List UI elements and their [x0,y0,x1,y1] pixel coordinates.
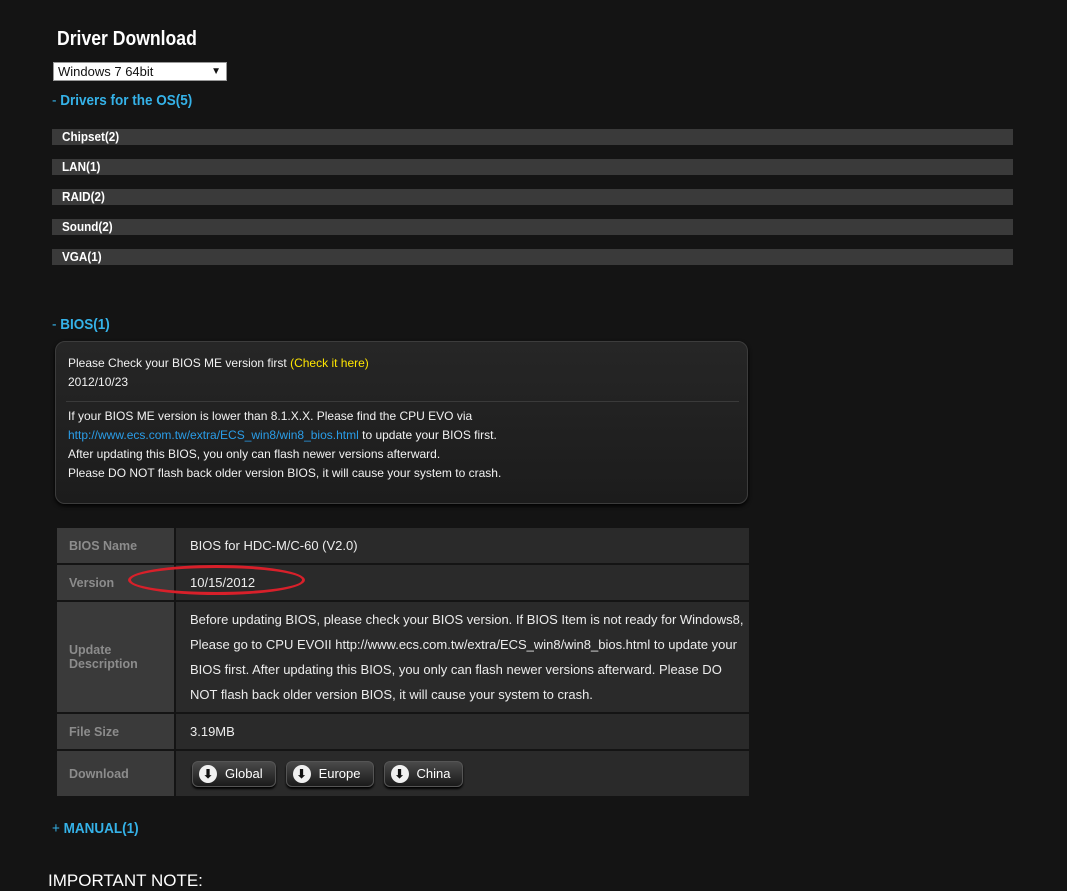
drivers-section-label: Drivers for the OS(5) [60,92,193,109]
table-row: Download ⬇ Global ⬇ Europe ⬇ China [55,749,751,798]
file-size-value: 3.19MB [174,712,751,751]
os-select-value: Windows 7 64bit [58,64,154,79]
bios-section-header[interactable]: - BIOS(1) [52,316,110,333]
notice-date: 2012/10/23 [68,375,129,389]
download-button-label: China [416,766,451,781]
category-bar-vga[interactable]: VGA(1) [52,249,1013,265]
dropdown-arrow-icon: ▼ [211,66,221,77]
win8-bios-link[interactable]: http://www.ecs.com.tw/extra/ECS_win8/win… [68,428,359,442]
check-it-here-link[interactable]: (Check it here) [290,356,369,370]
manual-section-header[interactable]: + MANUAL(1) [52,820,139,837]
download-china-button[interactable]: ⬇ China [383,760,464,787]
category-label: Sound(2) [62,219,113,234]
notice-divider [66,401,739,402]
notice-line-4: Please DO NOT flash back older version B… [68,466,502,480]
update-description-text: Before updating BIOS, please check your … [190,612,744,702]
update-description-label: Update Description [55,600,176,714]
download-arrow-icon: ⬇ [390,764,409,783]
table-row: File Size 3.19MB [55,712,751,751]
download-buttons: ⬇ Global ⬇ Europe ⬇ China [174,749,751,798]
collapse-icon: - [52,316,57,333]
notice-line-1: If your BIOS ME version is lower than 8.… [68,409,473,423]
notice-line-2-suffix: to update your BIOS first. [358,428,497,442]
update-description-value: Before updating BIOS, please check your … [174,600,751,714]
file-size-label: File Size [55,712,176,751]
notice-check-text: Please Check your BIOS ME version first [68,356,287,370]
bios-section-label: BIOS(1) [60,316,110,333]
download-arrow-icon: ⬇ [199,764,217,783]
category-bar-raid[interactable]: RAID(2) [52,189,1013,205]
download-button-label: Europe [318,766,361,781]
page-title: Driver Download [57,28,197,50]
collapse-icon: - [52,92,57,109]
notice-line-2: http://www.ecs.com.tw/extra/ECS_win8/win… [68,428,497,442]
category-bar-lan[interactable]: LAN(1) [52,159,1013,175]
category-label: Chipset(2) [62,129,120,144]
notice-line-3: After updating this BIOS, you only can f… [68,447,441,461]
download-button-label: Global [225,766,263,781]
category-bar-chipset[interactable]: Chipset(2) [52,129,1013,145]
table-row: Update Description Before updating BIOS,… [55,600,751,714]
category-bar-sound[interactable]: Sound(2) [52,219,1013,235]
download-europe-button[interactable]: ⬇ Europe [285,760,374,787]
download-label: Download [55,749,176,798]
category-label: RAID(2) [62,189,105,204]
bios-name-value: BIOS for HDC-M/C-60 (V2.0) [174,526,751,565]
expand-icon: + [52,820,60,837]
bios-info-table: BIOS Name BIOS for HDC-M/C-60 (V2.0) Ver… [55,526,751,798]
notice-check-line: Please Check your BIOS ME version first … [68,356,369,370]
bios-name-label: BIOS Name [55,526,176,565]
drivers-section-header[interactable]: - Drivers for the OS(5) [52,92,192,109]
bios-notice-box: Please Check your BIOS ME version first … [55,341,748,504]
table-row: BIOS Name BIOS for HDC-M/C-60 (V2.0) [55,526,751,565]
download-arrow-icon: ⬇ [292,764,311,783]
manual-section-label: MANUAL(1) [63,820,139,837]
category-label: LAN(1) [62,159,101,174]
version-highlight-circle [128,565,305,595]
download-global-button[interactable]: ⬇ Global [192,760,276,787]
category-label: VGA(1) [62,249,102,264]
os-select[interactable]: Windows 7 64bit ▼ [53,62,227,81]
important-note-heading: IMPORTANT NOTE: [48,871,203,890]
